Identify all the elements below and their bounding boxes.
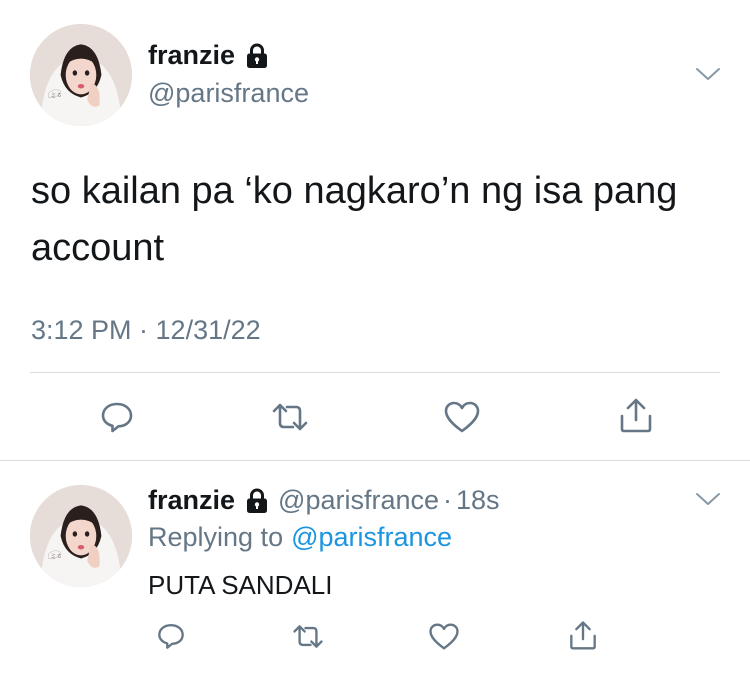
share-icon xyxy=(570,621,596,650)
avatar[interactable]: ミㅎ xyxy=(30,485,132,587)
chevron-down-icon[interactable] xyxy=(694,62,722,86)
reply-icon xyxy=(158,624,184,649)
reply-header: franzie @parisfrance · 18s xyxy=(148,485,500,516)
heart-icon xyxy=(444,401,480,433)
avatar[interactable]: ミㅎ xyxy=(30,24,132,126)
like-button[interactable] xyxy=(426,618,462,654)
tweet-text: so kailan pa ‘ko nagkaro’n ng isa pang a… xyxy=(31,170,678,269)
share-icon xyxy=(620,398,652,433)
reply-button[interactable] xyxy=(95,395,139,439)
display-name[interactable]: franzie xyxy=(148,40,235,71)
relative-time[interactable]: 18s xyxy=(456,485,500,516)
author-name-row: franzie xyxy=(148,40,270,71)
share-button[interactable] xyxy=(565,616,601,654)
divider xyxy=(30,372,720,373)
reply-button[interactable] xyxy=(153,618,189,654)
chevron-down-icon[interactable] xyxy=(694,487,722,511)
reply-icon xyxy=(101,402,133,433)
svg-text:ミㅎ: ミㅎ xyxy=(50,92,62,99)
retweet-icon xyxy=(272,403,308,431)
svg-text:ミㅎ: ミㅎ xyxy=(50,553,62,560)
separator-dot: · xyxy=(443,485,453,515)
share-button[interactable] xyxy=(614,393,658,437)
tweet-separator xyxy=(0,460,750,461)
author-handle[interactable]: @parisfrance xyxy=(278,485,439,516)
profile-photo: ミㅎ xyxy=(30,24,132,126)
lock-icon xyxy=(244,42,270,70)
heart-icon xyxy=(429,623,459,649)
replying-to-line: Replying to @parisfrance xyxy=(148,522,452,553)
author-handle[interactable]: @parisfrance xyxy=(148,78,309,109)
retweet-button[interactable] xyxy=(290,618,326,654)
lock-icon xyxy=(244,487,270,515)
replying-to-label: Replying to xyxy=(148,522,284,552)
like-button[interactable] xyxy=(440,395,484,439)
profile-photo: ミㅎ xyxy=(30,485,132,587)
replying-to-handle-link[interactable]: @parisfrance xyxy=(291,522,452,553)
retweet-button[interactable] xyxy=(268,395,312,439)
reply-text: PUTA SANDALI xyxy=(148,570,333,600)
display-name[interactable]: franzie xyxy=(148,485,235,516)
tweet-timestamp[interactable]: 3:12 PM · 12/31/22 xyxy=(31,315,261,346)
retweet-icon xyxy=(293,624,323,648)
